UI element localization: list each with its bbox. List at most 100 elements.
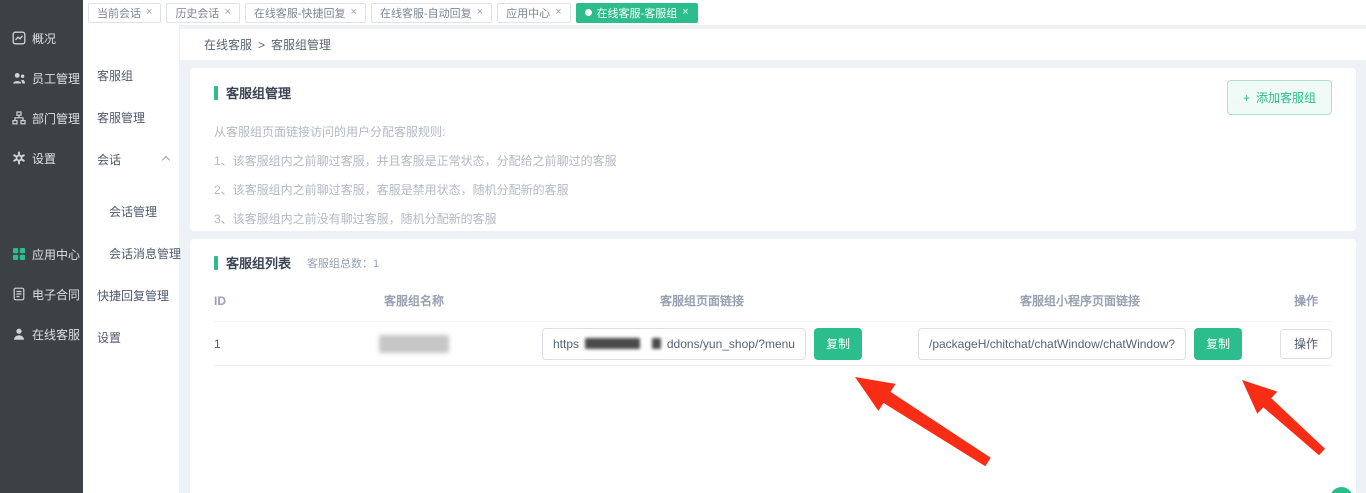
breadcrumb-parent[interactable]: 在线客服 bbox=[204, 36, 252, 53]
add-service-group-button[interactable]: + 添加客服组 bbox=[1227, 80, 1332, 115]
url-suffix: ddons/yun_shop/?menu bbox=[667, 337, 795, 351]
section-title-text: 客服组管理 bbox=[226, 83, 291, 102]
tab-label: 在线客服-快捷回复 bbox=[254, 5, 346, 21]
tab-history-session[interactable]: 历史会话 × bbox=[166, 3, 239, 23]
sidebar-item-label: 员工管理 bbox=[32, 70, 80, 87]
breadcrumb: 在线客服 > 客服组管理 bbox=[180, 29, 1366, 60]
redacted-url-segment bbox=[652, 338, 660, 349]
close-icon[interactable]: × bbox=[555, 7, 561, 18]
app-window: 概况 员工管理 部门管理 设置 应用中心 电子合同 在线客服 当前会话 bbox=[0, 0, 1366, 493]
close-icon[interactable]: × bbox=[477, 7, 483, 18]
submenu-item-service-management[interactable]: 客服管理 bbox=[83, 97, 179, 139]
submenu-label: 客服组 bbox=[97, 69, 133, 83]
submenu-label: 会话管理 bbox=[109, 205, 157, 219]
copy-mini-link-button[interactable]: 复制 bbox=[1194, 328, 1242, 360]
sidebar-item-label: 设置 bbox=[32, 150, 56, 167]
column-header-name: 客服组名称 bbox=[304, 292, 524, 309]
redacted-group-name bbox=[379, 335, 449, 353]
tab-auto-reply[interactable]: 在线客服-自动回复 × bbox=[371, 3, 492, 23]
settings-icon bbox=[12, 151, 26, 165]
cell-id: 1 bbox=[214, 337, 304, 351]
employees-icon bbox=[12, 71, 26, 85]
sidebar-item-label: 应用中心 bbox=[32, 246, 80, 263]
sidebar-item-settings[interactable]: 设置 bbox=[0, 138, 83, 178]
sidebar-item-label: 部门管理 bbox=[32, 110, 80, 127]
sidebar-item-app-center[interactable]: 应用中心 bbox=[0, 234, 83, 274]
tab-bar: 当前会话 × 历史会话 × 在线客服-快捷回复 × 在线客服-自动回复 × 应用… bbox=[83, 0, 1366, 25]
rule-item-1: 1、该客服组内之前聊过客服，并且客服是正常状态，分配给之前聊过的客服 bbox=[214, 153, 1332, 169]
submenu-item-settings[interactable]: 设置 bbox=[83, 317, 179, 359]
column-header-mini-link: 客服组小程序页面链接 bbox=[880, 292, 1280, 309]
tab-label: 历史会话 bbox=[175, 5, 219, 21]
cell-group-name bbox=[304, 335, 524, 353]
sidebar-item-departments[interactable]: 部门管理 bbox=[0, 98, 83, 138]
breadcrumb-separator: > bbox=[258, 38, 265, 52]
submenu-label: 快捷回复管理 bbox=[97, 289, 169, 303]
tab-app-center[interactable]: 应用中心 × bbox=[497, 3, 570, 23]
group-list-card: 客服组列表 客服组总数：1 ID 客服组名称 客服组页面链接 客服组小程序页面链… bbox=[190, 239, 1356, 493]
main-content: 在线客服 > 客服组管理 客服组管理 + 添加客服组 从客服组页面链接访问的用户… bbox=[180, 25, 1366, 493]
rules-title: 从客服组页面链接访问的用户分配客服规则: bbox=[214, 124, 1332, 140]
row-action-button[interactable]: 操作 bbox=[1280, 329, 1332, 359]
tab-service-group-active[interactable]: 在线客服-客服组 × bbox=[576, 3, 698, 23]
table-row: 1 https ddons/yun_shop/?menu 复制 复制 bbox=[214, 322, 1332, 366]
rule-item-3: 3、该客服组内之前没有聊过客服，随机分配新的客服 bbox=[214, 211, 1332, 227]
sidebar-item-overview[interactable]: 概况 bbox=[0, 18, 83, 58]
submenu-item-session-message-management[interactable]: 会话消息管理 bbox=[83, 233, 179, 275]
column-header-page-link: 客服组页面链接 bbox=[524, 292, 880, 309]
tab-label: 应用中心 bbox=[506, 5, 550, 21]
section-title-group-management: 客服组管理 bbox=[214, 83, 1332, 102]
submenu-label: 客服管理 bbox=[97, 111, 145, 125]
submenu-item-session-management[interactable]: 会话管理 bbox=[83, 191, 179, 233]
title-accent-bar bbox=[214, 256, 218, 270]
breadcrumb-current: 客服组管理 bbox=[271, 36, 331, 53]
section-title-text: 客服组列表 bbox=[226, 253, 291, 272]
chevron-up-icon bbox=[162, 156, 170, 164]
tab-current-session[interactable]: 当前会话 × bbox=[88, 3, 161, 23]
cell-page-link: https ddons/yun_shop/?menu 复制 bbox=[524, 328, 880, 360]
submenu-label: 会话消息管理 bbox=[109, 247, 181, 261]
copy-page-link-button[interactable]: 复制 bbox=[814, 328, 862, 360]
sidebar-item-online-service[interactable]: 在线客服 bbox=[0, 314, 83, 354]
submenu-item-service-group[interactable]: 客服组 bbox=[83, 55, 179, 97]
close-icon[interactable]: × bbox=[146, 7, 152, 18]
tab-quick-reply[interactable]: 在线客服-快捷回复 × bbox=[245, 3, 366, 23]
mini-link-input[interactable] bbox=[918, 328, 1186, 360]
sidebar-item-e-contract[interactable]: 电子合同 bbox=[0, 274, 83, 314]
close-icon[interactable]: × bbox=[224, 7, 230, 18]
sidebar-item-employees[interactable]: 员工管理 bbox=[0, 58, 83, 98]
close-icon[interactable]: × bbox=[682, 7, 688, 18]
tab-label: 当前会话 bbox=[97, 5, 141, 21]
submenu-item-session[interactable]: 会话 bbox=[83, 139, 179, 181]
active-tab-dot bbox=[585, 9, 592, 16]
assignment-rules: 从客服组页面链接访问的用户分配客服规则: 1、该客服组内之前聊过客服，并且客服是… bbox=[214, 124, 1332, 227]
section-title-group-list: 客服组列表 客服组总数：1 bbox=[214, 253, 1332, 272]
plus-icon: + bbox=[1243, 91, 1250, 105]
redacted-url-segment bbox=[585, 338, 640, 349]
apps-icon bbox=[12, 247, 26, 261]
main-sidebar: 概况 员工管理 部门管理 设置 应用中心 电子合同 在线客服 bbox=[0, 0, 83, 493]
sidebar-item-label: 概况 bbox=[32, 30, 56, 47]
submenu-label: 设置 bbox=[97, 331, 121, 345]
group-management-card: 客服组管理 + 添加客服组 从客服组页面链接访问的用户分配客服规则: 1、该客服… bbox=[190, 68, 1356, 231]
sidebar-item-label: 在线客服 bbox=[32, 326, 80, 343]
overview-icon bbox=[12, 31, 26, 45]
table-header-row: ID 客服组名称 客服组页面链接 客服组小程序页面链接 操作 bbox=[214, 280, 1332, 322]
column-header-action: 操作 bbox=[1280, 292, 1332, 309]
sub-sidebar: 客服组 客服管理 会话 会话管理 会话消息管理 快捷回复管理 设置 bbox=[83, 25, 180, 493]
title-accent-bar bbox=[214, 86, 218, 100]
contract-icon bbox=[12, 287, 26, 301]
submenu-item-quick-reply-management[interactable]: 快捷回复管理 bbox=[83, 275, 179, 317]
url-prefix: https bbox=[553, 337, 579, 351]
cell-action: 操作 bbox=[1280, 329, 1332, 359]
group-total-label: 客服组总数：1 bbox=[307, 255, 379, 271]
rule-item-2: 2、该客服组内之前聊过客服，客服是禁用状态，随机分配新的客服 bbox=[214, 182, 1332, 198]
page-link-input[interactable]: https ddons/yun_shop/?menu bbox=[542, 328, 806, 360]
tab-label: 在线客服-客服组 bbox=[597, 5, 678, 21]
add-button-label: 添加客服组 bbox=[1256, 89, 1316, 106]
tab-label: 在线客服-自动回复 bbox=[380, 5, 472, 21]
service-icon bbox=[12, 327, 26, 341]
close-icon[interactable]: × bbox=[351, 7, 357, 18]
sidebar-item-label: 电子合同 bbox=[32, 286, 80, 303]
cell-mini-link: 复制 bbox=[880, 328, 1280, 360]
